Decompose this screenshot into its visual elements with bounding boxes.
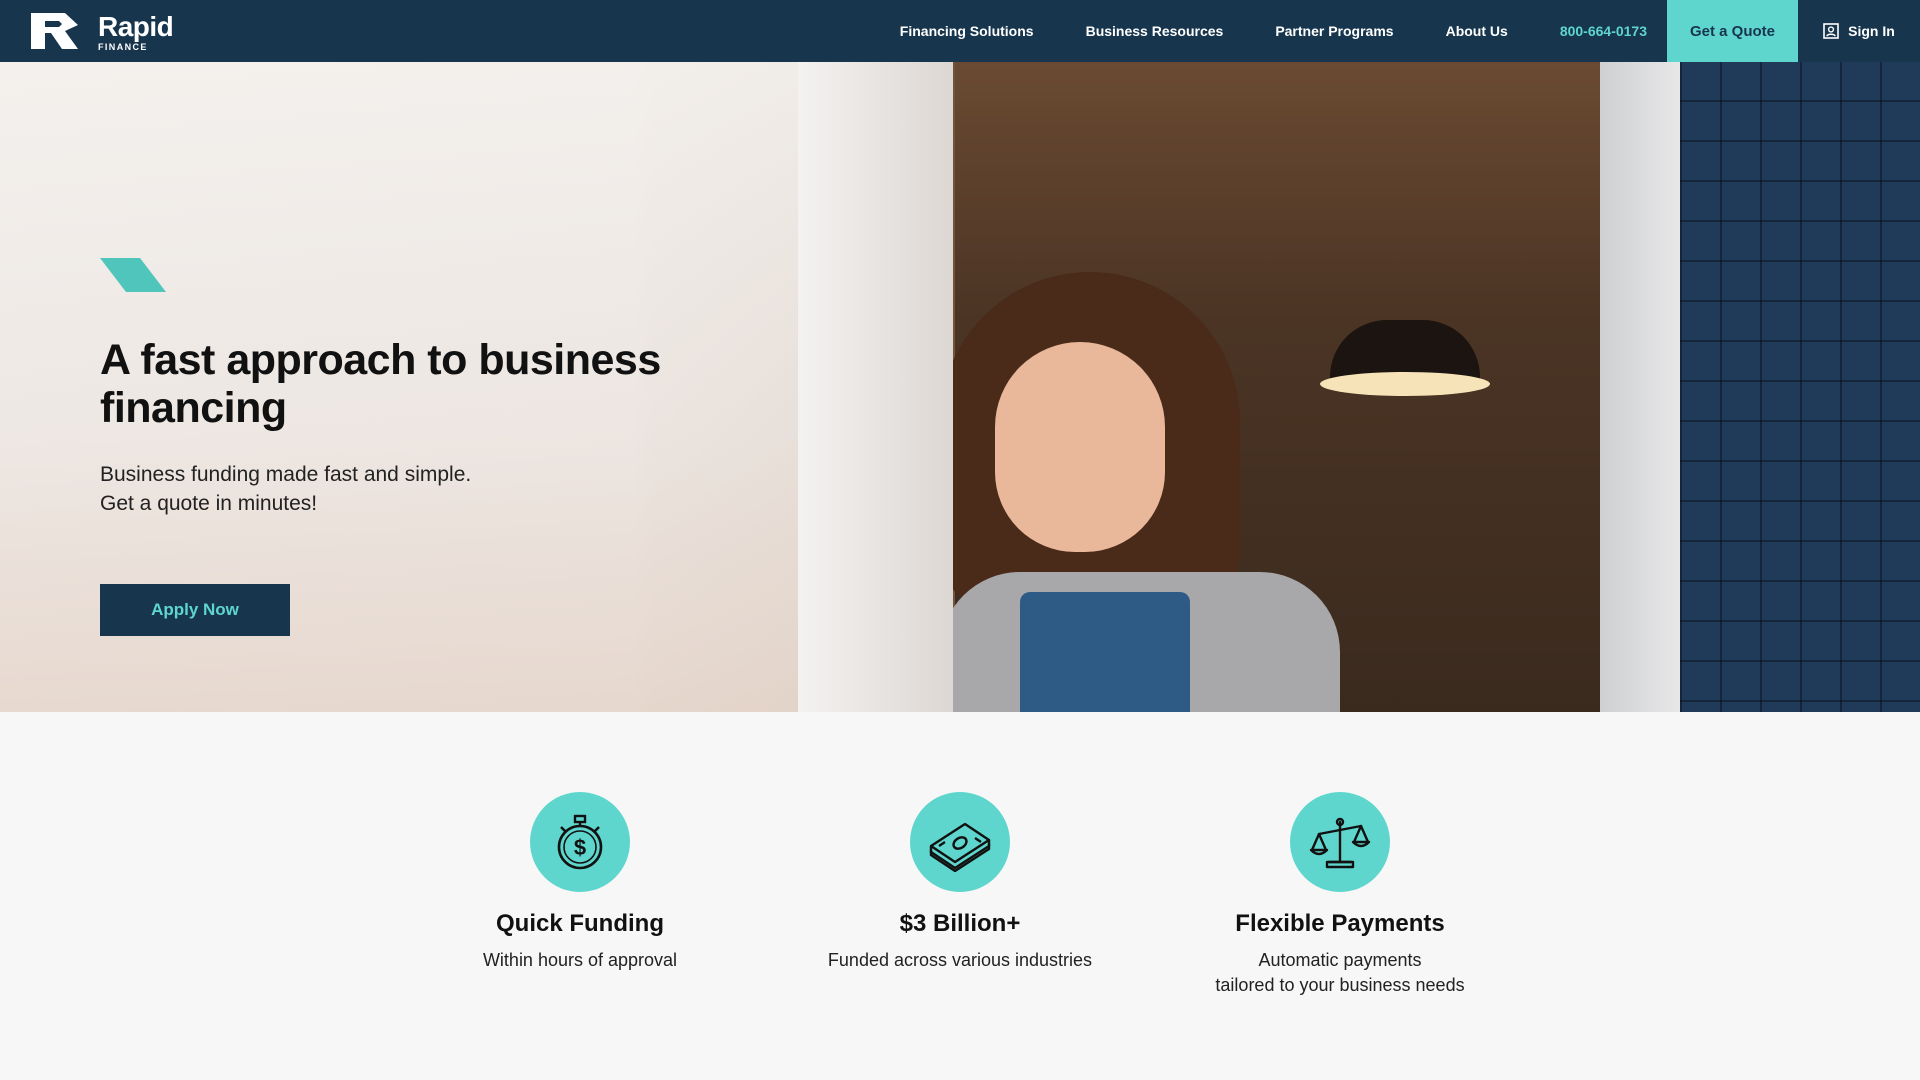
hero-photo-window-frame	[798, 62, 953, 712]
nav-business-resources[interactable]: Business Resources	[1086, 23, 1224, 39]
user-badge-icon	[1823, 23, 1839, 39]
hero-subheadline-line-2: Get a quote in minutes!	[100, 492, 318, 515]
feature-quick-funding: $ Quick Funding Within hours of approval	[410, 792, 750, 973]
main-menu: Financing Solutions Business Resources P…	[900, 0, 1920, 62]
sign-in-button[interactable]: Sign In	[1798, 0, 1920, 62]
hero-section: A fast approach to business financing Bu…	[0, 62, 1920, 712]
get-a-quote-button[interactable]: Get a Quote	[1667, 0, 1798, 62]
feature-flexible-payments: Flexible Payments Automatic payments tai…	[1170, 792, 1510, 998]
get-a-quote-label: Get a Quote	[1689, 22, 1775, 40]
feature-title: Flexible Payments	[1235, 910, 1445, 937]
money-stack-icon	[929, 822, 991, 872]
nav-partner-programs[interactable]: Partner Programs	[1275, 23, 1393, 39]
nav-financing-solutions[interactable]: Financing Solutions	[900, 23, 1034, 39]
sign-in-label: Sign In	[1848, 23, 1895, 39]
apply-now-button[interactable]: Apply Now	[100, 584, 290, 636]
phone-number-link[interactable]: 800-664-0173	[1560, 23, 1647, 39]
features-section: $ Quick Funding Within hours of approval…	[0, 712, 1920, 1080]
balance-scale-icon	[1309, 817, 1371, 869]
feature-description-line-2: tailored to your business needs	[1215, 975, 1465, 995]
hero-subheadline: Business funding made fast and simple. G…	[100, 460, 580, 518]
svg-text:$: $	[574, 835, 586, 860]
hero-photo-blue-tiles	[1680, 62, 1920, 712]
feature-description: Funded across various industries	[827, 950, 1093, 970]
logo-wordmark: Rapid	[98, 11, 174, 42]
feature-funded-amount: $3 Billion+ Funded across various indust…	[790, 792, 1130, 973]
feature-description: Automatic payments tailored to your busi…	[1170, 948, 1510, 998]
logo-subtitle: FINANCE	[98, 42, 148, 52]
top-navigation-bar: Rapid FINANCE Financing Solutions Busine…	[0, 0, 1920, 62]
hero-subheadline-line-1: Business funding made fast and simple.	[100, 463, 472, 486]
rapid-finance-logo[interactable]: Rapid FINANCE	[31, 11, 174, 52]
teal-parallelogram-accent	[100, 258, 166, 292]
hero-headline: A fast approach to business financing	[100, 336, 661, 432]
feature-description-line-1: Automatic payments	[1258, 950, 1422, 970]
feature-title: $3 Billion+	[899, 910, 1021, 937]
hero-photo-smiling-woman	[940, 272, 1340, 712]
feature-description: Within hours of approval	[482, 950, 678, 970]
feature-title: Quick Funding	[496, 910, 664, 937]
hero-photo-door-post	[1600, 62, 1680, 712]
apply-now-label: Apply Now	[151, 600, 239, 619]
nav-about-us[interactable]: About Us	[1446, 23, 1508, 39]
hero-photo-lamp-glow	[1320, 372, 1490, 396]
logo-r-mark-icon	[31, 13, 78, 49]
stopwatch-dollar-icon: $	[557, 814, 603, 870]
